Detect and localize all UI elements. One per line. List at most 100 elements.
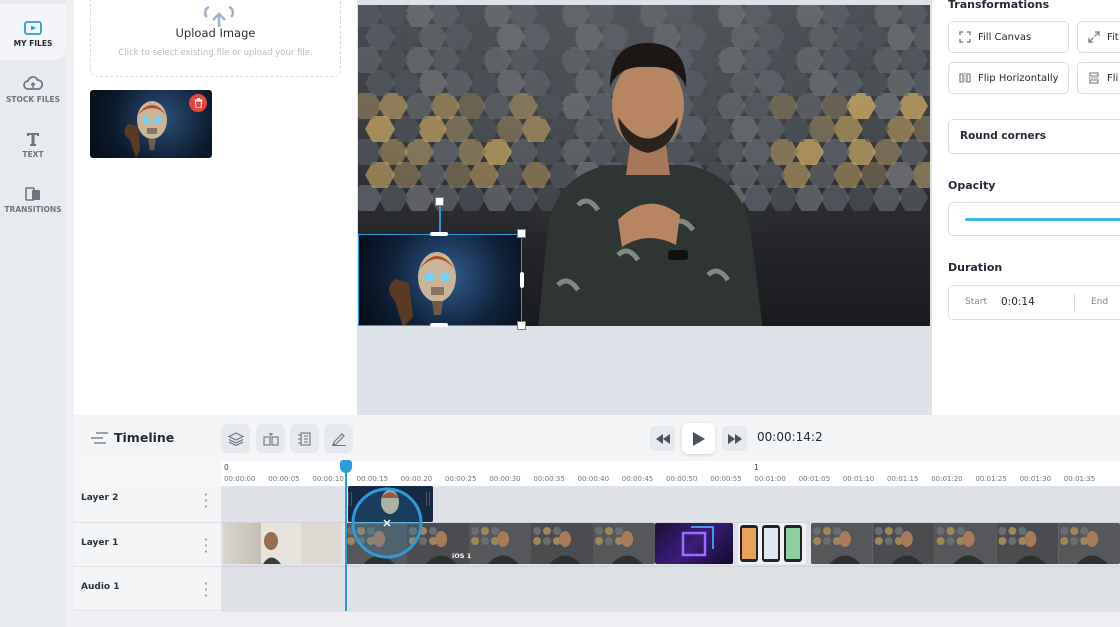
upload-dropzone[interactable]: Upload Image Click to select existing fi…	[90, 0, 341, 77]
wall-hex-tile	[898, 139, 928, 165]
layer-menu-icon[interactable]: · · ·	[204, 578, 208, 601]
wall-hex-tile	[690, 5, 720, 27]
wall-hex-tile	[358, 93, 382, 119]
wall-hex-tile	[781, 70, 811, 96]
wall-hex-tile	[358, 47, 382, 73]
layer-row-header[interactable]: Layer 2 · · ·	[74, 486, 221, 523]
ruler-tick-label: 00:00:35	[533, 475, 565, 483]
video-clip-phones[interactable]	[738, 523, 806, 564]
ruler-tick-label: 00:00:40	[577, 475, 610, 483]
wall-hex-tile	[820, 93, 850, 119]
playhead-selection-marker[interactable]	[350, 486, 424, 560]
timeline-header: Timeline 00:00:14:2	[74, 415, 1120, 461]
edit-button[interactable]	[324, 424, 353, 453]
layer-row-header[interactable]: Audio 1 · · ·	[74, 567, 221, 611]
resize-handle-tr[interactable]	[517, 229, 526, 238]
duration-divider	[1074, 294, 1075, 311]
layers-button[interactable]	[221, 424, 250, 453]
opacity-slider[interactable]	[948, 202, 1120, 236]
wall-hex-tile	[443, 70, 473, 96]
time-ruler[interactable]: 0 1 00:00:00 00:00:05 00:00:10 00:00:15 00:0…	[221, 461, 1120, 486]
preview-stage	[357, 0, 932, 415]
wall-hex-tile	[872, 185, 902, 211]
wall-hex-tile	[664, 5, 694, 27]
resize-handle-right[interactable]	[520, 272, 524, 288]
fit-button[interactable]: Fit	[1077, 21, 1120, 53]
wall-hex-tile	[443, 24, 473, 50]
ruler-tick-label: 00:01:30	[1019, 475, 1052, 483]
wall-hex-tile	[378, 185, 408, 211]
wall-hex-tile	[391, 70, 421, 96]
nav-label: MY FILES	[13, 39, 53, 48]
layer-menu-icon[interactable]: · · ·	[204, 534, 208, 557]
wall-hex-tile	[508, 5, 538, 27]
playback-timecode: 00:00:14:2	[757, 430, 823, 444]
wall-hex-tile	[859, 162, 889, 188]
nav-stock-files[interactable]: STOCK FILES	[0, 60, 66, 116]
video-clip-neon[interactable]	[655, 523, 733, 564]
rewind-button[interactable]	[650, 426, 675, 451]
layer-name: Layer 2	[81, 493, 119, 503]
ruler-tick-label: 00:00:25	[445, 475, 477, 483]
resize-handle-top[interactable]	[430, 232, 448, 236]
play-button[interactable]	[682, 423, 715, 454]
wall-hex-tile	[456, 47, 486, 73]
flip-horizontally-button[interactable]: Flip Horizontally	[948, 62, 1069, 94]
clip-frame-thumbnail	[996, 523, 1059, 564]
nav-text[interactable]: TEXT	[0, 115, 66, 171]
timeline-icon	[91, 432, 108, 444]
wall-hex-tile	[365, 116, 395, 142]
ruler-tick-label: 00:00:10	[312, 475, 344, 483]
layer-names-column: Layer 2 · · · Layer 1 · · · Audio 1 · · ·	[74, 486, 221, 612]
timeline-panel: Timeline 00:00:14:2 0 1 00:00:00 00:00:0…	[74, 415, 1120, 612]
wall-hex-tile	[885, 70, 915, 96]
wall-hex-tile	[807, 70, 837, 96]
wall-hex-tile	[378, 5, 408, 27]
wall-hex-tile	[794, 5, 824, 27]
trim-button[interactable]	[290, 424, 319, 453]
layer-row-header[interactable]: Layer 1 · · ·	[74, 523, 221, 567]
opacity-slider-track[interactable]	[965, 218, 1120, 221]
wall-hex-tile	[820, 47, 850, 73]
delete-image-button[interactable]	[189, 94, 207, 112]
split-clip-icon	[262, 432, 279, 446]
wall-hex-tile	[365, 24, 395, 50]
files-panel: Upload Image Click to select existing fi…	[74, 0, 357, 415]
video-clip[interactable]	[811, 523, 1120, 564]
wall-hex-tile	[833, 24, 863, 50]
wall-hex-tile	[872, 139, 902, 165]
wall-hex-tile	[417, 116, 447, 142]
layer-menu-icon[interactable]: · · ·	[204, 489, 208, 512]
nav-my-files[interactable]: MY FILES	[0, 4, 66, 60]
uploaded-image-thumbnail[interactable]	[90, 90, 212, 158]
clip-badge: iOS 1	[452, 552, 472, 560]
clip-frame-thumbnail	[872, 523, 935, 564]
nav-label: STOCK FILES	[5, 95, 61, 104]
wall-hex-tile	[898, 185, 928, 211]
ruler-tick-label: 00:01:05	[798, 475, 831, 483]
trash-icon	[194, 98, 202, 108]
fast-forward-button[interactable]	[722, 426, 747, 451]
video-clip[interactable]	[223, 523, 341, 564]
clip-frame-thumbnail	[593, 523, 655, 564]
timeline-tracks[interactable]: iOS 1	[221, 486, 1120, 612]
duration-start-input[interactable]: 0:0:14	[1001, 296, 1035, 308]
flip-vertically-button[interactable]: Fli	[1077, 62, 1120, 94]
resize-handle-bottom[interactable]	[430, 323, 448, 327]
split-button[interactable]	[256, 424, 285, 453]
wall-hex-tile	[443, 162, 473, 188]
wall-hex-tile	[807, 24, 837, 50]
wall-hex-tile	[358, 5, 382, 27]
wall-hex-tile	[469, 70, 499, 96]
fill-canvas-button[interactable]: Fill Canvas	[948, 21, 1069, 53]
flip-vertical-icon	[1089, 72, 1099, 84]
round-corners-control[interactable]: Round corners	[948, 119, 1120, 154]
nav-transitions[interactable]: TRANSITIONS	[0, 170, 66, 226]
selected-image-layer[interactable]	[358, 234, 522, 326]
nav-label: TEXT	[22, 150, 44, 159]
text-t-icon	[27, 133, 39, 146]
clip-trim-handle-right[interactable]	[426, 492, 430, 506]
rotate-handle[interactable]	[435, 197, 444, 206]
resize-handle-br[interactable]	[517, 321, 526, 330]
left-nav: MY FILES STOCK FILES TEXT TRANSITIONS	[0, 0, 66, 627]
